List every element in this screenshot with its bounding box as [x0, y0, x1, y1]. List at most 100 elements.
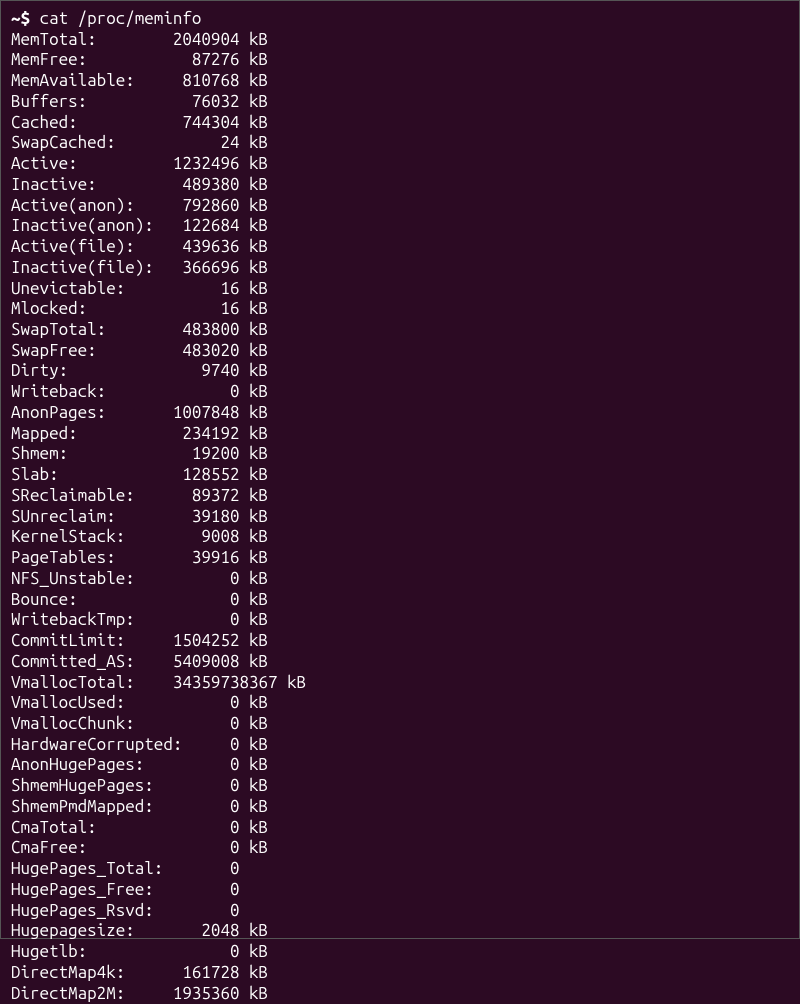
meminfo-label: HugePages_Total:	[11, 859, 163, 878]
meminfo-label: PageTables:	[11, 548, 163, 567]
meminfo-row: Committed_AS: 5409008 kB	[11, 652, 789, 673]
meminfo-label: NFS_Unstable:	[11, 569, 163, 588]
meminfo-label: Slab:	[11, 465, 163, 484]
meminfo-label: SReclaimable:	[11, 486, 163, 505]
meminfo-value: 0	[163, 776, 239, 795]
meminfo-value: 5409008	[163, 652, 239, 671]
meminfo-unit: kB	[240, 92, 269, 111]
meminfo-label: AnonHugePages:	[11, 755, 163, 774]
meminfo-label: Buffers:	[11, 92, 163, 111]
meminfo-row: MemAvailable: 810768 kB	[11, 71, 789, 92]
meminfo-label: Unevictable:	[11, 279, 163, 298]
meminfo-row: Mlocked: 16 kB	[11, 299, 789, 320]
meminfo-label: Active:	[11, 154, 163, 173]
meminfo-label: DirectMap4k:	[11, 963, 163, 982]
meminfo-value: 2040904	[163, 30, 239, 49]
meminfo-label: CmaFree:	[11, 838, 163, 857]
meminfo-value: 0	[163, 569, 239, 588]
meminfo-unit: kB	[240, 797, 269, 816]
meminfo-value: 0	[163, 797, 239, 816]
meminfo-label: SwapFree:	[11, 341, 163, 360]
meminfo-value: 76032	[163, 92, 239, 111]
meminfo-row: Cached: 744304 kB	[11, 113, 789, 134]
meminfo-unit: kB	[240, 590, 269, 609]
meminfo-value: 792860	[163, 196, 239, 215]
meminfo-row: Mapped: 234192 kB	[11, 424, 789, 445]
meminfo-label: Dirty:	[11, 361, 163, 380]
meminfo-value: 24	[163, 133, 239, 152]
meminfo-value: 87276	[163, 50, 239, 69]
meminfo-unit: kB	[240, 258, 269, 277]
meminfo-unit: kB	[240, 548, 269, 567]
meminfo-label: MemAvailable:	[11, 71, 163, 90]
meminfo-value: 1232496	[163, 154, 239, 173]
meminfo-label: Bounce:	[11, 590, 163, 609]
meminfo-value: 0	[163, 880, 239, 899]
meminfo-value: 0	[163, 693, 239, 712]
meminfo-row: VmallocChunk: 0 kB	[11, 714, 789, 735]
meminfo-value: 0	[163, 755, 239, 774]
meminfo-label: HugePages_Free:	[11, 880, 163, 899]
command-prompt-line[interactable]: ~$ cat /proc/meminfo	[11, 9, 789, 30]
meminfo-unit: kB	[240, 984, 269, 1003]
meminfo-row: CmaFree: 0 kB	[11, 838, 789, 859]
meminfo-label: WritebackTmp:	[11, 610, 163, 629]
meminfo-row: Hugetlb: 0 kB	[11, 942, 789, 963]
meminfo-row: SReclaimable: 89372 kB	[11, 486, 789, 507]
meminfo-row: CommitLimit: 1504252 kB	[11, 631, 789, 652]
meminfo-value: 810768	[163, 71, 239, 90]
meminfo-value: 89372	[163, 486, 239, 505]
meminfo-label: Cached:	[11, 113, 163, 132]
meminfo-label: Mlocked:	[11, 299, 163, 318]
meminfo-row: VmallocUsed: 0 kB	[11, 693, 789, 714]
meminfo-label: Inactive(anon):	[11, 216, 163, 235]
meminfo-row: SwapFree: 483020 kB	[11, 341, 789, 362]
meminfo-label: SwapCached:	[11, 133, 163, 152]
meminfo-unit: kB	[240, 838, 269, 857]
meminfo-unit: kB	[240, 71, 269, 90]
meminfo-label: CommitLimit:	[11, 631, 163, 650]
meminfo-label: SwapTotal:	[11, 320, 163, 339]
meminfo-unit: kB	[240, 631, 269, 650]
meminfo-unit: kB	[240, 113, 269, 132]
meminfo-value: 0	[163, 838, 239, 857]
meminfo-row: Inactive(file): 366696 kB	[11, 258, 789, 279]
meminfo-value: 16	[163, 279, 239, 298]
meminfo-label: Hugetlb:	[11, 942, 163, 961]
meminfo-row: Inactive: 489380 kB	[11, 175, 789, 196]
meminfo-row: NFS_Unstable: 0 kB	[11, 569, 789, 590]
prompt-symbol: ~$	[11, 9, 40, 28]
meminfo-value: 34359738367	[163, 673, 277, 692]
meminfo-row: PageTables: 39916 kB	[11, 548, 789, 569]
meminfo-row: HugePages_Rsvd: 0	[11, 901, 789, 922]
meminfo-unit: kB	[240, 30, 269, 49]
meminfo-label: ShmemHugePages:	[11, 776, 163, 795]
meminfo-row: Bounce: 0 kB	[11, 590, 789, 611]
meminfo-value: 0	[163, 714, 239, 733]
meminfo-label: Inactive(file):	[11, 258, 163, 277]
meminfo-row: ShmemPmdMapped: 0 kB	[11, 797, 789, 818]
meminfo-label: Mapped:	[11, 424, 163, 443]
meminfo-value: 0	[163, 610, 239, 629]
meminfo-unit: kB	[240, 776, 269, 795]
meminfo-value: 128552	[163, 465, 239, 484]
meminfo-value: 0	[163, 382, 239, 401]
meminfo-unit: kB	[240, 942, 269, 961]
meminfo-row: Active(file): 439636 kB	[11, 237, 789, 258]
meminfo-unit: kB	[240, 693, 269, 712]
meminfo-label: Shmem:	[11, 444, 163, 463]
meminfo-row: Shmem: 19200 kB	[11, 444, 789, 465]
meminfo-value: 161728	[163, 963, 239, 982]
meminfo-row: Dirty: 9740 kB	[11, 361, 789, 382]
meminfo-row: HugePages_Total: 0	[11, 859, 789, 880]
meminfo-value: 2048	[163, 921, 239, 940]
meminfo-value: 1007848	[163, 403, 239, 422]
meminfo-row: DirectMap2M: 1935360 kB	[11, 984, 789, 1004]
meminfo-unit: kB	[240, 216, 269, 235]
meminfo-value: 9740	[163, 361, 239, 380]
meminfo-label: ShmemPmdMapped:	[11, 797, 163, 816]
meminfo-label: Active(anon):	[11, 196, 163, 215]
meminfo-label: DirectMap2M:	[11, 984, 163, 1003]
meminfo-value: 439636	[163, 237, 239, 256]
meminfo-value: 16	[163, 299, 239, 318]
